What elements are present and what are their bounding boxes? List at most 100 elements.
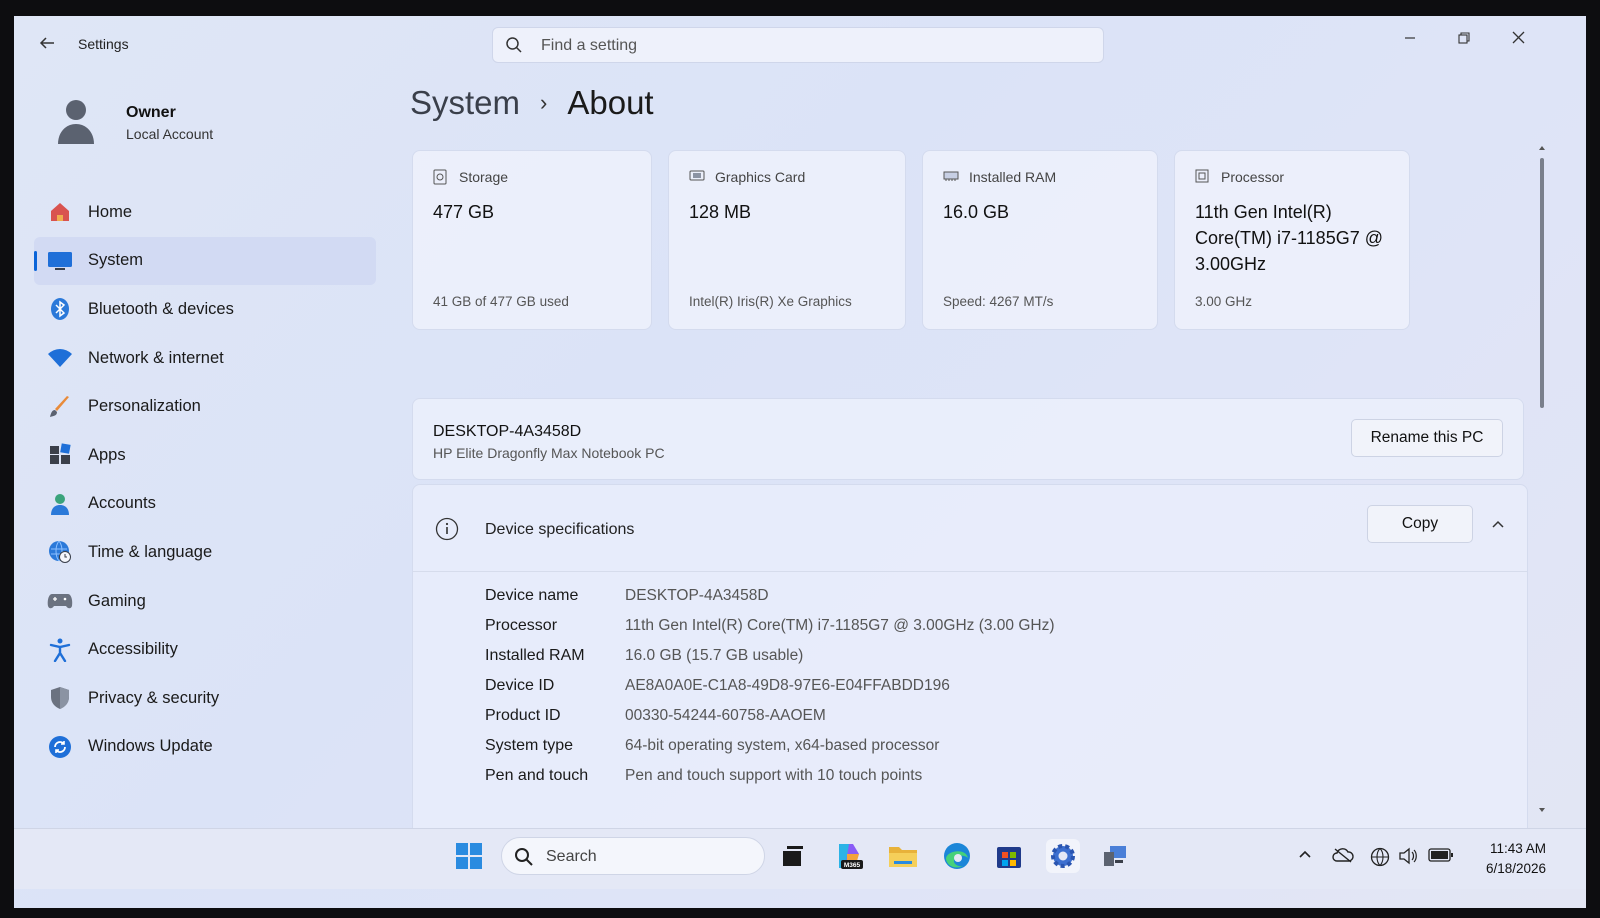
apps-icon (46, 441, 74, 469)
onedrive-status[interactable] (1332, 847, 1354, 868)
sidebar-item-label: Accessibility (88, 640, 178, 659)
sidebar-item-label: Privacy & security (88, 688, 220, 707)
minimize-button[interactable] (1390, 26, 1430, 54)
main-scrollbar[interactable] (1538, 144, 1546, 816)
accounts-icon (46, 490, 74, 518)
spec-row: Device ID AE8A0A0E-C1A8-49D8-97E6-E04FFAB… (485, 671, 1055, 701)
taskbar-search[interactable]: Search (501, 837, 765, 875)
device-specifications-header[interactable]: Device specifications Copy (413, 485, 1527, 572)
storage-card[interactable]: Storage 477 GB 41 GB of 477 GB used (412, 150, 652, 330)
sidebar-item-label: Apps (88, 445, 126, 464)
storage-icon (433, 169, 449, 185)
spec-label: Pen and touch (485, 767, 589, 784)
bluetooth-icon (46, 295, 74, 323)
spec-value: 16.0 GB (15.7 GB usable) (625, 647, 804, 664)
pc-app-button[interactable] (1098, 839, 1132, 873)
device-specifications-panel: Device specifications Copy Device name DE… (412, 484, 1528, 844)
rename-pc-button[interactable]: Rename this PC (1351, 419, 1503, 457)
edge-icon (944, 843, 970, 869)
pc-name: DESKTOP-4A3458D (433, 423, 582, 440)
breadcrumb-parent[interactable]: System (410, 84, 520, 122)
sidebar-item-time-language[interactable]: Time & language (34, 528, 376, 577)
globe-icon (1370, 847, 1390, 867)
chevron-up-icon[interactable] (1491, 517, 1505, 536)
breadcrumb: System › About (410, 84, 654, 122)
volume-control[interactable] (1398, 847, 1418, 870)
sidebar-item-label: Windows Update (88, 737, 213, 756)
sidebar-item-label: Network & internet (88, 348, 224, 367)
active-indicator (34, 250, 37, 271)
card-title: Storage (459, 169, 509, 185)
system-clock[interactable]: 11:43 AM 6/18/2026 (1466, 839, 1546, 879)
ram-icon (943, 169, 959, 185)
sidebar-item-label: System (88, 251, 144, 270)
show-hidden-icons-button[interactable] (1298, 847, 1312, 866)
profile-name: Owner (126, 104, 176, 121)
sidebar-item-home[interactable]: Home (34, 188, 376, 237)
pc-app-icon (1104, 846, 1126, 866)
user-profile[interactable]: Owner Local Account (54, 96, 354, 166)
sidebar-item-accounts[interactable]: Accounts (34, 480, 376, 529)
sidebar-item-bluetooth[interactable]: Bluetooth & devices (34, 285, 376, 334)
network-status[interactable] (1370, 847, 1390, 872)
file-explorer-button[interactable] (886, 839, 920, 873)
settings-window: Settings Owner Local Account H (14, 16, 1586, 908)
restore-button[interactable] (1444, 26, 1484, 54)
installed-ram-card[interactable]: Installed RAM 16.0 GB Speed: 4267 MT/s (922, 150, 1158, 330)
app-title: Settings (78, 36, 129, 52)
globe-clock-icon (46, 538, 74, 566)
sidebar-item-privacy-security[interactable]: Privacy & security (34, 674, 376, 723)
find-setting-search[interactable] (492, 27, 1104, 63)
back-button[interactable] (34, 34, 60, 56)
search-icon (514, 847, 534, 872)
m365-copilot-button[interactable]: M365 (832, 839, 866, 873)
card-subtext: Speed: 4267 MT/s (943, 294, 1054, 309)
sidebar-item-label: Accounts (88, 494, 156, 513)
start-icon (456, 843, 482, 869)
spec-label: Processor (485, 617, 558, 634)
gamepad-icon (46, 587, 74, 615)
sidebar-item-gaming[interactable]: Gaming (34, 577, 376, 626)
spec-label: Installed RAM (485, 647, 585, 664)
speaker-icon (1399, 847, 1417, 865)
battery-status[interactable] (1428, 847, 1454, 868)
card-subtext: Intel(R) Iris(R) Xe Graphics (689, 294, 852, 309)
chevron-up-icon (1299, 850, 1311, 858)
spec-value: DESKTOP-4A3458D (625, 587, 769, 604)
search-input[interactable] (539, 34, 1083, 58)
task-view-button[interactable] (776, 839, 810, 873)
spec-rows: Device name DESKTOP-4A3458D Processor 11th… (485, 581, 1055, 791)
settings-button[interactable] (1046, 839, 1080, 873)
battery-icon (1428, 848, 1453, 862)
system-icon (46, 247, 74, 275)
spec-value: Pen and touch support with 10 touch poin… (625, 767, 923, 784)
sidebar-item-label: Personalization (88, 397, 201, 416)
spec-row: Product ID 00330-54244-60758-AAOEM (485, 701, 1055, 731)
back-arrow-icon (39, 37, 54, 49)
spec-value: 00330-54244-60758-AAOEM (625, 707, 826, 724)
avatar (56, 98, 96, 144)
spec-row: Device name DESKTOP-4A3458D (485, 581, 1055, 611)
sidebar-item-personalization[interactable]: Personalization (34, 382, 376, 431)
graphics-card-card[interactable]: Graphics Card 128 MB Intel(R) Iris(R) Xe… (668, 150, 906, 330)
sidebar-item-accessibility[interactable]: Accessibility (34, 625, 376, 674)
start-button[interactable] (452, 839, 486, 873)
sidebar-item-windows-update[interactable]: Windows Update (34, 723, 376, 772)
store-button[interactable] (992, 839, 1026, 873)
close-button[interactable] (1498, 26, 1538, 54)
sidebar-item-label: Time & language (88, 542, 213, 561)
sidebar-item-apps[interactable]: Apps (34, 431, 376, 480)
sidebar-item-network[interactable]: Network & internet (34, 334, 376, 383)
edge-button[interactable] (940, 839, 974, 873)
title-bar: Settings (14, 16, 1586, 74)
sidebar-item-system[interactable]: System (34, 236, 376, 286)
accessibility-icon (46, 636, 74, 664)
taskbar: Search M365 11:43 AM 6/18/2026 (14, 828, 1586, 889)
shield-icon (46, 684, 74, 712)
copy-button[interactable]: Copy (1367, 505, 1473, 543)
processor-card[interactable]: Processor 11th Gen Intel(R) Core(TM) i7-… (1174, 150, 1410, 330)
m365-badge: M365 (844, 862, 861, 869)
card-value: 128 MB (689, 202, 752, 222)
cloud-offline-icon (1332, 848, 1354, 863)
pc-model: HP Elite Dragonfly Max Notebook PC (433, 445, 665, 461)
